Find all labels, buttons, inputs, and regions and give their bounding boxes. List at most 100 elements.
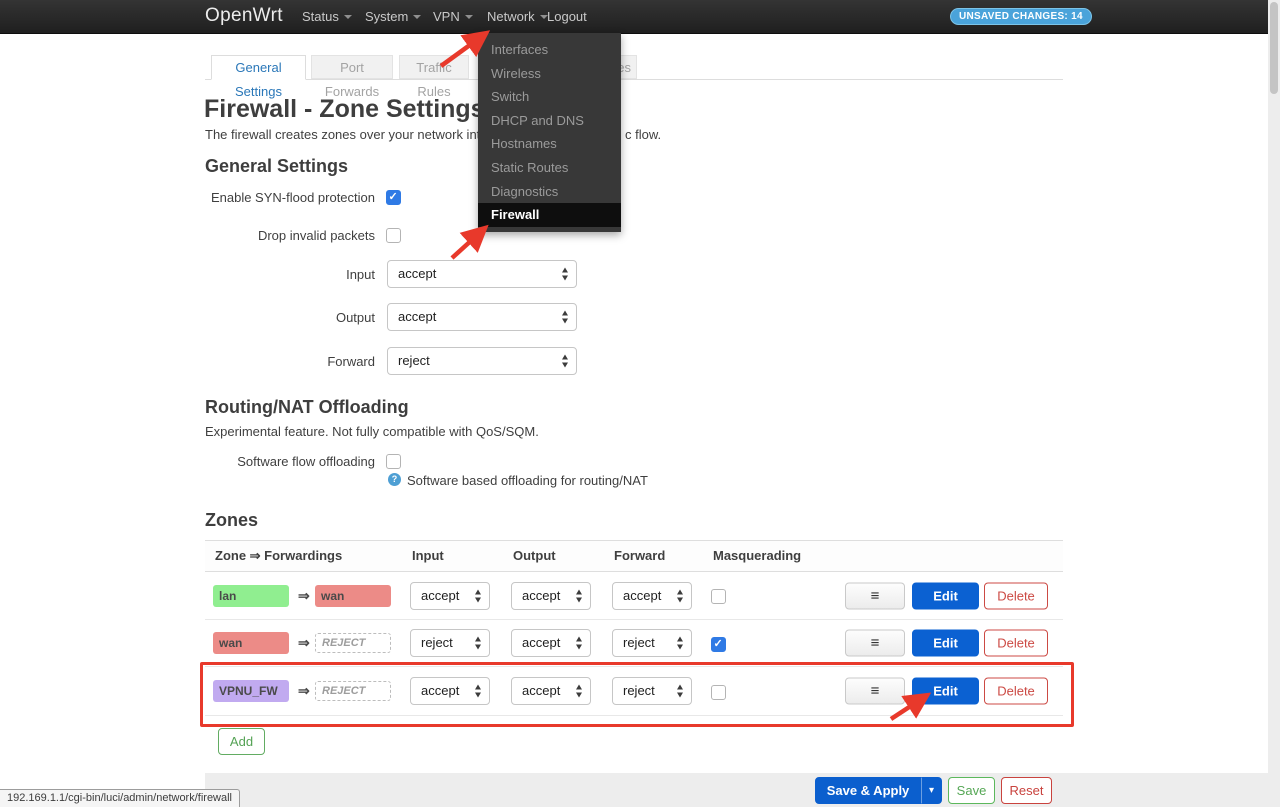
stepper-icon — [576, 589, 583, 602]
tab-general-settings[interactable]: General Settings — [211, 55, 306, 99]
masquerading-checkbox[interactable] — [711, 589, 726, 604]
col-masquerading: Masquerading — [713, 548, 802, 563]
row-forward-select[interactable]: accept — [612, 581, 692, 610]
delete-button[interactable]: Delete — [984, 582, 1048, 609]
select-value: accept — [522, 635, 561, 650]
col-forward: Forward — [614, 548, 666, 563]
save-button[interactable]: Save — [948, 777, 995, 804]
row-output-select[interactable]: accept — [511, 581, 591, 610]
routing-nat-heading: Routing/NAT Offloading — [205, 397, 409, 417]
footer-band — [205, 773, 1270, 807]
stepper-icon — [562, 310, 569, 324]
syn-flood-label: Enable SYN-flood protection — [210, 190, 375, 205]
zone-badge: wan — [213, 632, 289, 654]
row-menu-button[interactable]: ≡ — [845, 582, 905, 609]
scrollbar[interactable] — [1268, 0, 1280, 807]
page-subtitle-left: The firewall creates zones over your net… — [205, 127, 503, 142]
menu-system[interactable]: System — [365, 9, 422, 24]
dropdown-item-hostnames[interactable]: Hostnames — [478, 132, 621, 156]
hamburger-icon: ≡ — [870, 634, 880, 652]
save-apply-button[interactable]: Save & Apply — [815, 777, 921, 804]
stepper-icon — [475, 589, 482, 602]
input-policy-select[interactable]: accept — [387, 260, 577, 288]
tab-traffic-rules[interactable]: Traffic Rules — [399, 55, 469, 99]
target-badge: wan — [315, 584, 391, 607]
syn-flood-checkbox[interactable] — [386, 190, 401, 205]
flow-offloading-checkbox[interactable] — [386, 454, 401, 469]
row-input-select[interactable]: accept — [410, 677, 490, 705]
dropdown-item-diagnostics[interactable]: Diagnostics — [478, 180, 621, 204]
flow-offloading-label: Software flow offloading — [237, 454, 375, 469]
openwrt-firewall-page: OpenWrt Status System VPN Network Logout… — [0, 0, 1280, 807]
col-zone-forwardings: Zone ⇒ Forwardings — [215, 548, 343, 563]
select-value: accept — [421, 587, 460, 603]
delete-button[interactable]: Delete — [984, 629, 1048, 657]
unsaved-changes-badge[interactable]: UNSAVED CHANGES: 14 — [950, 8, 1092, 25]
edit-button[interactable]: Edit — [912, 677, 979, 705]
forward-policy-select[interactable]: reject — [387, 347, 577, 375]
dropdown-item-wireless[interactable]: Wireless — [478, 62, 621, 86]
output-policy-select[interactable]: accept — [387, 303, 577, 331]
delete-button[interactable]: Delete — [984, 677, 1048, 705]
zone-row-vpnu-fw: VPNU_FW ⇒ REJECT accept accept reject ≡ … — [205, 667, 1063, 716]
col-input: Input — [412, 548, 444, 563]
select-value: accept — [522, 683, 561, 698]
select-value: accept — [522, 587, 561, 603]
select-value: accept — [421, 683, 460, 698]
col-output: Output — [513, 548, 556, 563]
edit-button[interactable]: Edit — [912, 582, 979, 609]
stepper-icon — [562, 267, 569, 281]
forward-arrow: ⇒ — [298, 587, 310, 603]
help-icon: ? — [388, 473, 401, 486]
drop-invalid-checkbox[interactable] — [386, 228, 401, 243]
forward-arrow: ⇒ — [298, 634, 310, 651]
page-subtitle-right: c flow. — [625, 127, 662, 142]
select-value: accept — [398, 309, 437, 324]
add-zone-button[interactable]: Add — [218, 728, 265, 755]
dropdown-item-switch[interactable]: Switch — [478, 85, 621, 109]
row-forward-select[interactable]: reject — [612, 677, 692, 705]
routing-nat-description: Experimental feature. Not fully compatib… — [205, 424, 539, 439]
menu-vpn[interactable]: VPN — [433, 9, 473, 24]
zones-table-header: Zone ⇒ Forwardings Input Output Forward … — [205, 540, 1063, 572]
zone-badge: lan — [213, 584, 289, 607]
drop-invalid-label: Drop invalid packets — [257, 228, 375, 243]
masquerading-checkbox[interactable] — [711, 685, 726, 700]
dropdown-item-static-routes[interactable]: Static Routes — [478, 156, 621, 180]
chevron-down-icon — [464, 15, 473, 19]
zone-row-wan: wan ⇒ REJECT reject accept reject ≡ Edit… — [205, 620, 1063, 667]
row-forward-select[interactable]: reject — [612, 629, 692, 657]
dropdown-item-interfaces[interactable]: Interfaces — [478, 38, 621, 62]
select-value: reject — [398, 353, 430, 368]
row-input-select[interactable]: reject — [410, 629, 490, 657]
dropdown-item-dhcp-dns[interactable]: DHCP and DNS — [478, 109, 621, 133]
stepper-icon — [576, 636, 583, 650]
menu-logout[interactable]: Logout — [547, 9, 587, 24]
openwrt-logo: OpenWrt — [205, 5, 283, 26]
forward-arrow: ⇒ — [298, 682, 310, 699]
row-output-select[interactable]: accept — [511, 677, 591, 705]
row-output-select[interactable]: accept — [511, 629, 591, 657]
select-value: reject — [623, 683, 655, 698]
scrollbar-thumb[interactable] — [1270, 2, 1278, 94]
masquerading-checkbox[interactable] — [711, 637, 726, 652]
tab-port-forwards[interactable]: Port Forwards — [311, 55, 393, 99]
row-menu-button[interactable]: ≡ — [845, 677, 905, 705]
reset-button[interactable]: Reset — [1001, 777, 1052, 804]
edit-button[interactable]: Edit — [912, 629, 979, 657]
link-preview-tooltip: 192.169.1.1/cgi-bin/luci/admin/network/f… — [0, 789, 241, 807]
hamburger-icon: ≡ — [870, 587, 880, 604]
row-menu-button[interactable]: ≡ — [845, 629, 905, 657]
stepper-icon — [677, 684, 684, 698]
dropdown-item-firewall[interactable]: Firewall — [478, 203, 621, 227]
stepper-icon — [475, 684, 482, 698]
zone-row-lan: lan ⇒ wan accept accept accept ≡ Edit De… — [205, 572, 1063, 620]
stepper-icon — [677, 636, 684, 650]
select-value: accept — [623, 587, 662, 603]
select-value: reject — [421, 635, 453, 650]
caret-down-icon: ▾ — [928, 785, 935, 796]
save-apply-dropdown-button[interactable]: ▾ — [921, 777, 942, 804]
menu-status[interactable]: Status — [302, 9, 352, 24]
menu-network[interactable]: Network — [487, 9, 548, 24]
row-input-select[interactable]: accept — [410, 581, 490, 610]
